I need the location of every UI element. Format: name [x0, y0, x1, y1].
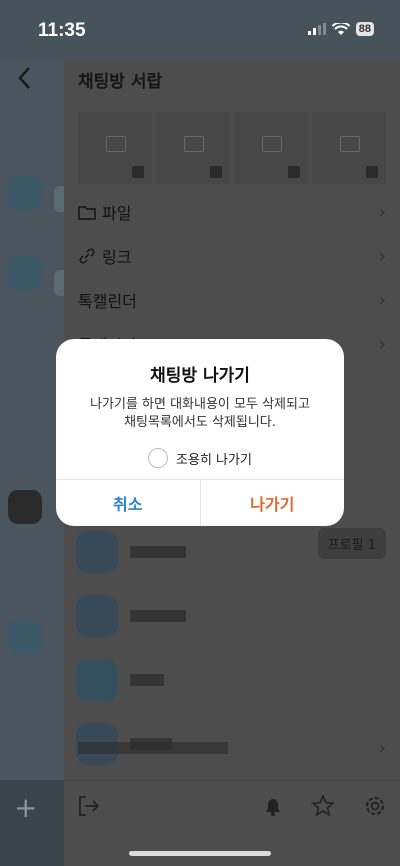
link-icon: [79, 248, 95, 264]
message-bubble: [54, 270, 64, 296]
avatar: [8, 490, 42, 524]
footer-row[interactable]: ›: [64, 728, 400, 768]
status-bar: 11:35 88: [0, 0, 400, 60]
member-name: [130, 674, 164, 686]
quiet-leave-label: 조용히 나가기: [176, 452, 252, 468]
chevron-right-icon: ›: [378, 737, 386, 759]
battery-indicator: 88: [355, 22, 374, 36]
leave-button[interactable]: 나가기: [201, 480, 345, 526]
wifi-icon: [331, 22, 350, 35]
dialog-title: 채팅방 나가기: [150, 366, 250, 386]
quiet-leave-radio[interactable]: [148, 448, 169, 468]
message-bubble: [54, 186, 64, 212]
image-icon: [340, 136, 360, 152]
drawer-title: 채팅방 서랍: [78, 72, 163, 92]
plus-icon[interactable]: +: [14, 791, 37, 824]
status-time: 11:35: [38, 20, 86, 41]
dialog-buttons: 취소 나가기: [56, 479, 344, 526]
cancel-button[interactable]: 취소: [56, 480, 201, 526]
avatar: [8, 620, 42, 654]
media-thumbnail[interactable]: [78, 112, 152, 184]
home-indicator: [129, 851, 271, 856]
dialog-message-line: 채팅목록에서도 삭제됩니다.: [124, 415, 276, 430]
chevron-right-icon: ›: [378, 289, 386, 311]
menu-item-calendar[interactable]: 톡캘린더 ›: [64, 278, 400, 322]
member-name: [130, 610, 186, 622]
media-badge-icon: [366, 166, 378, 178]
menu-item-links[interactable]: 링크 ›: [64, 234, 400, 278]
folder-icon: [78, 205, 96, 220]
quiet-leave-option[interactable]: 조용히 나가기: [56, 448, 344, 468]
exit-icon[interactable]: [76, 793, 102, 819]
menu-item-label: 링크: [102, 248, 132, 267]
dialog-message-line: 나가기를 하면 대화내용이 모두 삭제되고: [90, 397, 310, 412]
input-bar: +: [0, 780, 64, 866]
signal-icon: [307, 23, 326, 35]
back-arrow-icon[interactable]: [14, 64, 36, 92]
media-thumbnail[interactable]: [156, 112, 230, 184]
media-grid: [64, 112, 400, 184]
list-item[interactable]: [64, 648, 400, 712]
media-thumbnail[interactable]: [234, 112, 308, 184]
list-item[interactable]: [64, 584, 400, 648]
gear-icon[interactable]: [362, 793, 388, 819]
image-icon: [106, 136, 126, 152]
menu-item-label: 파일: [102, 204, 132, 223]
avatar: [76, 531, 118, 573]
background-chat: +: [0, 0, 64, 866]
member-name: [130, 546, 186, 558]
media-badge-icon: [288, 166, 300, 178]
media-badge-icon: [210, 166, 222, 178]
chevron-right-icon: ›: [378, 245, 386, 267]
status-icons: 88: [307, 22, 374, 36]
media-badge-icon: [132, 166, 144, 178]
dialog-message: 나가기를 하면 대화내용이 모두 삭제되고 채팅목록에서도 삭제됩니다.: [56, 396, 344, 432]
avatar: [76, 595, 118, 637]
media-thumbnail[interactable]: [312, 112, 386, 184]
profile-chip[interactable]: 프로필 1: [317, 528, 386, 559]
menu-item-label: 톡캘린더: [78, 292, 137, 311]
image-icon: [184, 136, 204, 152]
avatar: [76, 659, 118, 701]
avatar: [8, 256, 42, 290]
blurred-text: [78, 742, 228, 754]
bell-icon[interactable]: [260, 793, 286, 819]
star-icon[interactable]: [310, 793, 336, 819]
leave-chat-dialog: 채팅방 나가기 나가기를 하면 대화내용이 모두 삭제되고 채팅목록에서도 삭제…: [56, 339, 344, 526]
menu-item-files[interactable]: 파일 ›: [64, 190, 400, 234]
chevron-right-icon: ›: [378, 333, 386, 355]
list-item[interactable]: 프로필 1: [64, 520, 400, 584]
chevron-right-icon: ›: [378, 201, 386, 223]
image-icon: [262, 136, 282, 152]
avatar: [8, 176, 42, 210]
